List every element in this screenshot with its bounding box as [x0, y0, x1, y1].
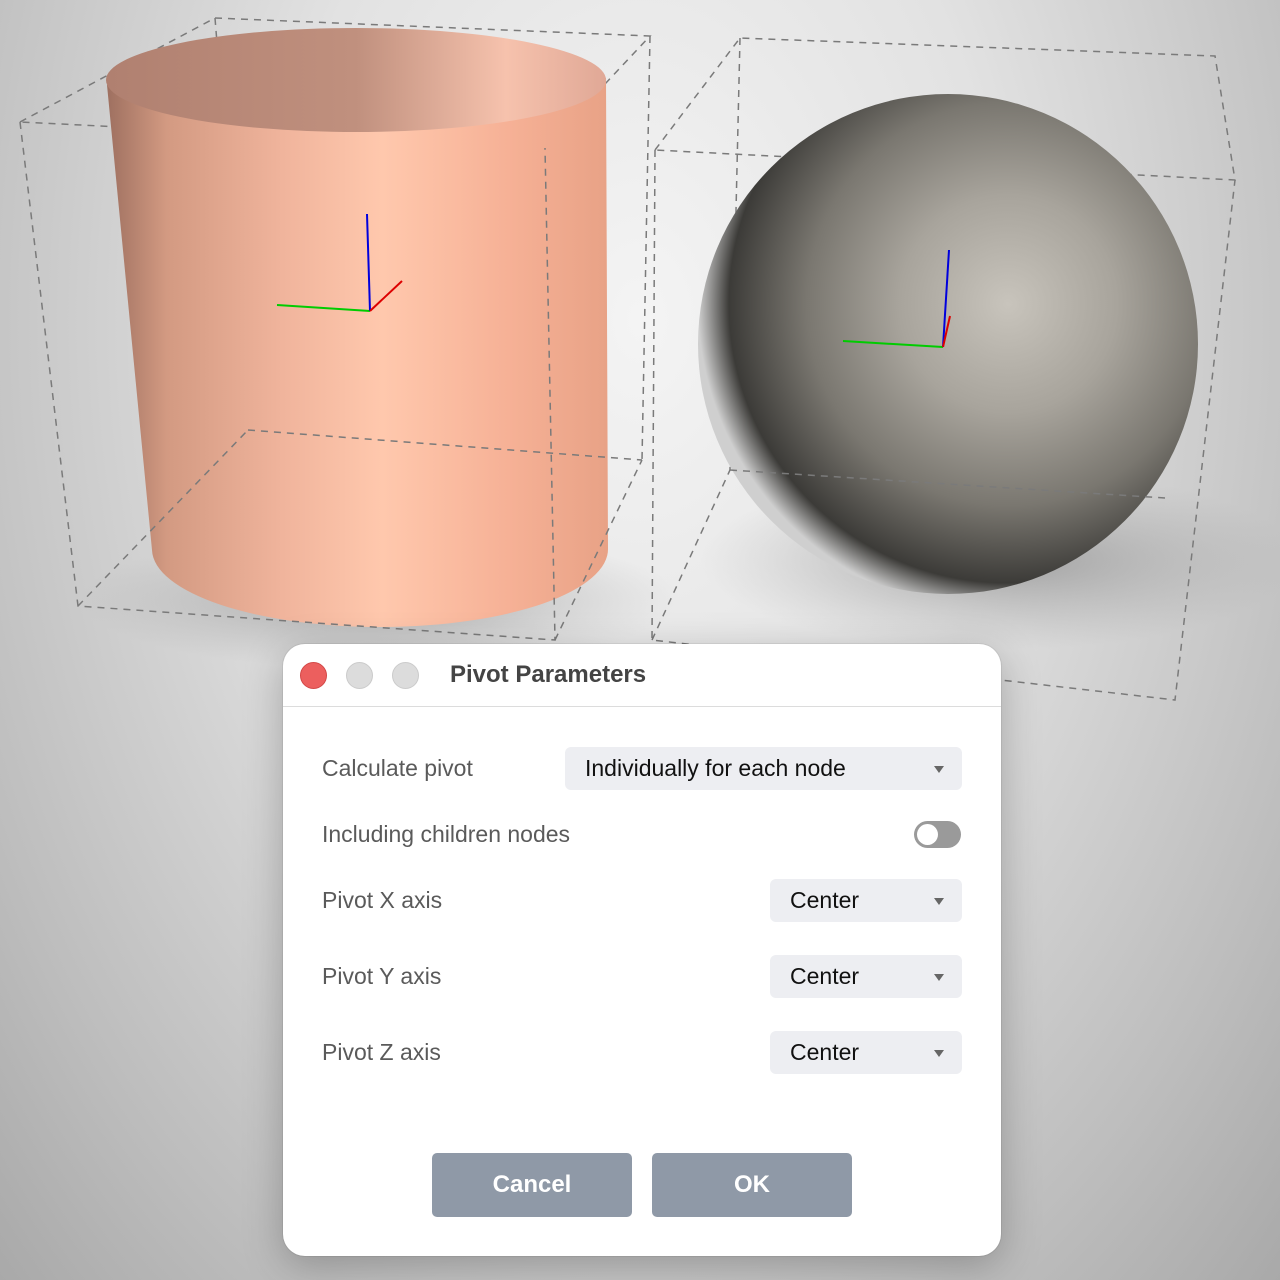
- pivot-x-value: Center: [790, 887, 860, 913]
- pivot-y-label: Pivot Y axis: [322, 963, 442, 989]
- pivot-z-select[interactable]: Center: [770, 1031, 962, 1074]
- dialog-title: Pivot Parameters: [450, 661, 647, 688]
- pivot-x-select[interactable]: Center: [770, 879, 962, 922]
- sphere-object: [698, 94, 1198, 594]
- window-maximize-button[interactable]: [392, 662, 419, 689]
- toggle-knob: [917, 824, 938, 845]
- pivot-parameters-dialog: Pivot Parameters Calculate pivot Individ…: [283, 644, 1001, 1256]
- including-children-label: Including children nodes: [322, 821, 571, 847]
- pivot-z-label: Pivot Z axis: [322, 1039, 441, 1065]
- chevron-down-icon: [934, 766, 944, 773]
- ok-button[interactable]: OK: [652, 1153, 852, 1217]
- pivot-y-value: Center: [790, 963, 860, 989]
- cancel-button[interactable]: Cancel: [432, 1153, 632, 1217]
- including-children-toggle[interactable]: [914, 821, 961, 848]
- pivot-y-select[interactable]: Center: [770, 955, 962, 998]
- chevron-down-icon: [934, 974, 944, 981]
- window-minimize-button[interactable]: [346, 662, 373, 689]
- chevron-down-icon: [934, 898, 944, 905]
- cylinder-object: [106, 28, 609, 628]
- dialog-titlebar: Pivot Parameters: [283, 644, 1001, 707]
- pivot-z-value: Center: [790, 1039, 860, 1065]
- calculate-pivot-label: Calculate pivot: [322, 755, 473, 781]
- calculate-pivot-select[interactable]: Individually for each node: [565, 747, 962, 790]
- window-close-button[interactable]: [300, 662, 327, 689]
- pivot-x-label: Pivot X axis: [322, 887, 443, 913]
- chevron-down-icon: [934, 1050, 944, 1057]
- calculate-pivot-value: Individually for each node: [585, 755, 846, 781]
